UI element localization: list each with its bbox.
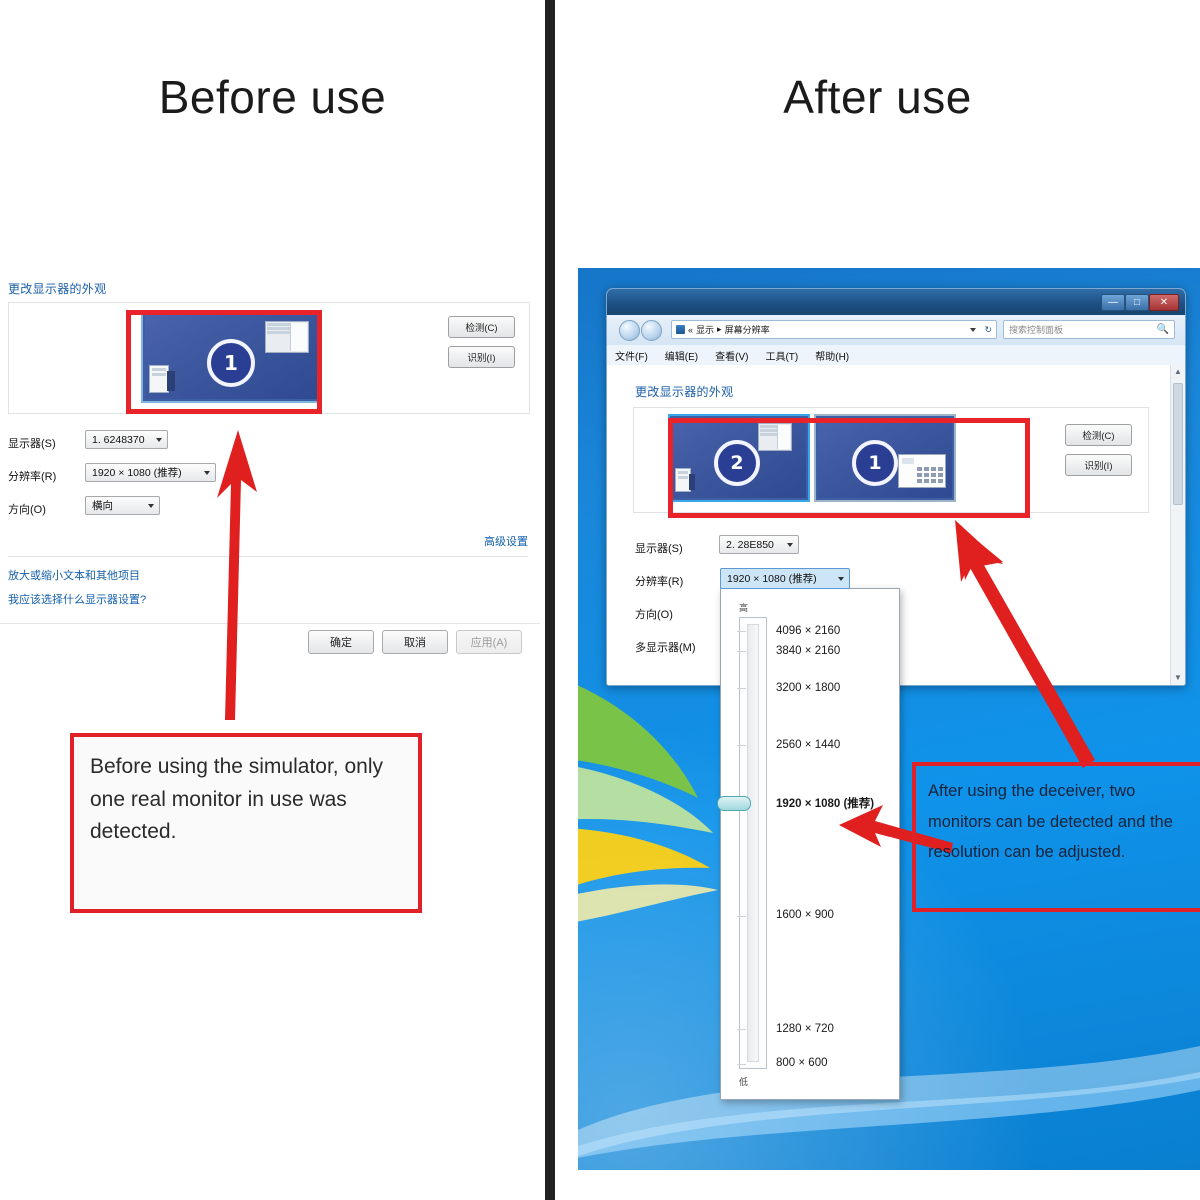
slider-track xyxy=(747,624,759,1062)
address-bar[interactable]: « 显示 ▸ 屏幕分辨率 ↻ xyxy=(671,320,997,339)
left-which-settings-link[interactable]: 我应该选择什么显示器设置? xyxy=(8,591,146,607)
left-monitor-highlight-box xyxy=(126,310,322,414)
resolution-option[interactable]: 1600 × 900 xyxy=(776,909,834,921)
chevron-down-icon xyxy=(148,503,154,508)
left-apply-button[interactable]: 应用(A) xyxy=(456,630,522,654)
menu-edit[interactable]: 编辑(E) xyxy=(665,348,698,363)
right-monitors-highlight-box xyxy=(668,418,1030,518)
scroll-down-icon[interactable]: ▼ xyxy=(1171,671,1185,685)
right-caption-text: After using the deceiver, two monitors c… xyxy=(928,782,1173,862)
slider-tick xyxy=(737,916,746,917)
slider-tick xyxy=(737,745,746,746)
resolution-option[interactable]: 800 × 600 xyxy=(776,1057,827,1069)
resolution-option[interactable]: 3840 × 2160 xyxy=(776,645,840,657)
forward-button[interactable] xyxy=(641,320,662,341)
right-field-label-orientation: 方向(O) xyxy=(635,609,673,621)
left-field-label-orientation: 方向(O) xyxy=(8,504,46,516)
menu-help[interactable]: 帮助(H) xyxy=(815,348,849,363)
breadcrumb-sep-2: ▸ xyxy=(717,324,722,334)
maximize-button[interactable]: □ xyxy=(1125,294,1149,311)
left-field-label-resolution: 分辨率(R) xyxy=(8,471,57,483)
menu-tools[interactable]: 工具(T) xyxy=(765,348,798,363)
slider-tick xyxy=(737,651,746,652)
resolution-slider[interactable] xyxy=(739,617,767,1069)
comparison-figure: Before use After use 更改显示器的外观 1 检测(C) 识别… xyxy=(0,0,1200,1200)
resolution-option[interactable]: 2560 × 1440 xyxy=(776,739,840,751)
chevron-down-icon xyxy=(204,470,210,475)
resolution-dropdown-popup[interactable]: 高 低 4096 × 2160 3840 × 2160 3200 × 1800 … xyxy=(717,588,900,1100)
left-cancel-button[interactable]: 取消 xyxy=(382,630,448,654)
right-monitor-select[interactable]: 2. 28E850 xyxy=(719,535,799,554)
left-field-label-monitor: 显示器(S) xyxy=(8,438,56,450)
right-resolution-select[interactable]: 1920 × 1080 (推荐) xyxy=(720,568,850,589)
slider-tick xyxy=(737,1029,746,1030)
scrollbar-thumb[interactable] xyxy=(1173,383,1183,505)
right-caption-box: After using the deceiver, two monitors c… xyxy=(912,762,1200,912)
chevron-down-icon[interactable] xyxy=(970,327,976,332)
slider-tick xyxy=(737,631,746,632)
panel-title-before: Before use xyxy=(158,71,387,123)
left-heading: 更改显示器的外观 xyxy=(8,282,107,296)
menu-bar: 文件(F) 编辑(E) 查看(V) 工具(T) 帮助(H) xyxy=(607,345,1185,366)
left-divider-rule xyxy=(8,556,528,557)
navigation-bar: « 显示 ▸ 屏幕分辨率 ↻ 搜索控制面板 🔍 xyxy=(607,315,1185,345)
resolution-option[interactable]: 3200 × 1800 xyxy=(776,682,840,694)
left-identify-button[interactable]: 识别(I) xyxy=(448,346,515,368)
right-detect-button[interactable]: 检测(C) xyxy=(1065,424,1132,446)
control-panel-icon xyxy=(676,325,685,334)
right-identify-button[interactable]: 识别(I) xyxy=(1065,454,1132,476)
left-advanced-settings-link[interactable]: 高级设置 xyxy=(484,533,528,549)
right-field-label-resolution: 分辨率(R) xyxy=(635,576,684,588)
slider-tick xyxy=(737,1064,746,1065)
search-input[interactable]: 搜索控制面板 🔍 xyxy=(1003,320,1175,339)
left-resolution-select[interactable]: 1920 × 1080 (推荐) xyxy=(85,463,216,482)
left-ok-button[interactable]: 确定 xyxy=(308,630,374,654)
resolution-option[interactable]: 1280 × 720 xyxy=(776,1023,834,1035)
chevron-down-icon xyxy=(787,542,793,547)
search-icon: 🔍 xyxy=(1156,324,1169,335)
back-button[interactable] xyxy=(619,320,640,341)
slider-thumb[interactable] xyxy=(717,796,751,811)
right-field-label-multi-display: 多显示器(M) xyxy=(635,642,696,654)
refresh-icon[interactable]: ↻ xyxy=(984,324,992,335)
window-titlebar[interactable]: — □ ✕ xyxy=(607,289,1185,315)
breadcrumb-sep-1: « xyxy=(688,324,694,335)
resolution-option[interactable]: 4096 × 2160 xyxy=(776,625,840,637)
chevron-down-icon xyxy=(156,437,162,442)
resolution-option-selected[interactable]: 1920 × 1080 (推荐) xyxy=(776,795,874,811)
resolution-low-label: 低 xyxy=(739,1077,749,1087)
menu-file[interactable]: 文件(F) xyxy=(615,348,648,363)
minimize-button[interactable]: — xyxy=(1101,294,1125,311)
breadcrumb-leaf[interactable]: 屏幕分辨率 xyxy=(725,323,770,336)
close-button[interactable]: ✕ xyxy=(1149,294,1179,311)
left-detect-button[interactable]: 检测(C) xyxy=(448,316,515,338)
right-heading: 更改显示器的外观 xyxy=(635,385,734,399)
left-divider-rule-2 xyxy=(0,623,540,624)
menu-view[interactable]: 查看(V) xyxy=(715,348,748,363)
scroll-up-icon[interactable]: ▲ xyxy=(1171,365,1185,379)
slider-tick xyxy=(737,688,746,689)
left-text-size-link[interactable]: 放大或缩小文本和其他项目 xyxy=(8,567,140,583)
breadcrumb-root[interactable]: 显示 xyxy=(696,323,714,336)
chevron-down-icon xyxy=(838,576,844,581)
panel-title-after: After use xyxy=(783,71,972,123)
right-field-label-monitor: 显示器(S) xyxy=(635,543,683,555)
panel-divider xyxy=(545,0,555,1200)
left-monitor-select[interactable]: 1. 6248370 xyxy=(85,430,168,449)
left-orientation-select[interactable]: 横向 xyxy=(85,496,160,515)
window-scrollbar[interactable]: ▲ ▼ xyxy=(1170,365,1185,685)
resolution-high-label: 高 xyxy=(739,603,749,613)
left-caption-text: Before using the simulator, only one rea… xyxy=(90,755,383,844)
left-caption-box: Before using the simulator, only one rea… xyxy=(70,733,422,913)
